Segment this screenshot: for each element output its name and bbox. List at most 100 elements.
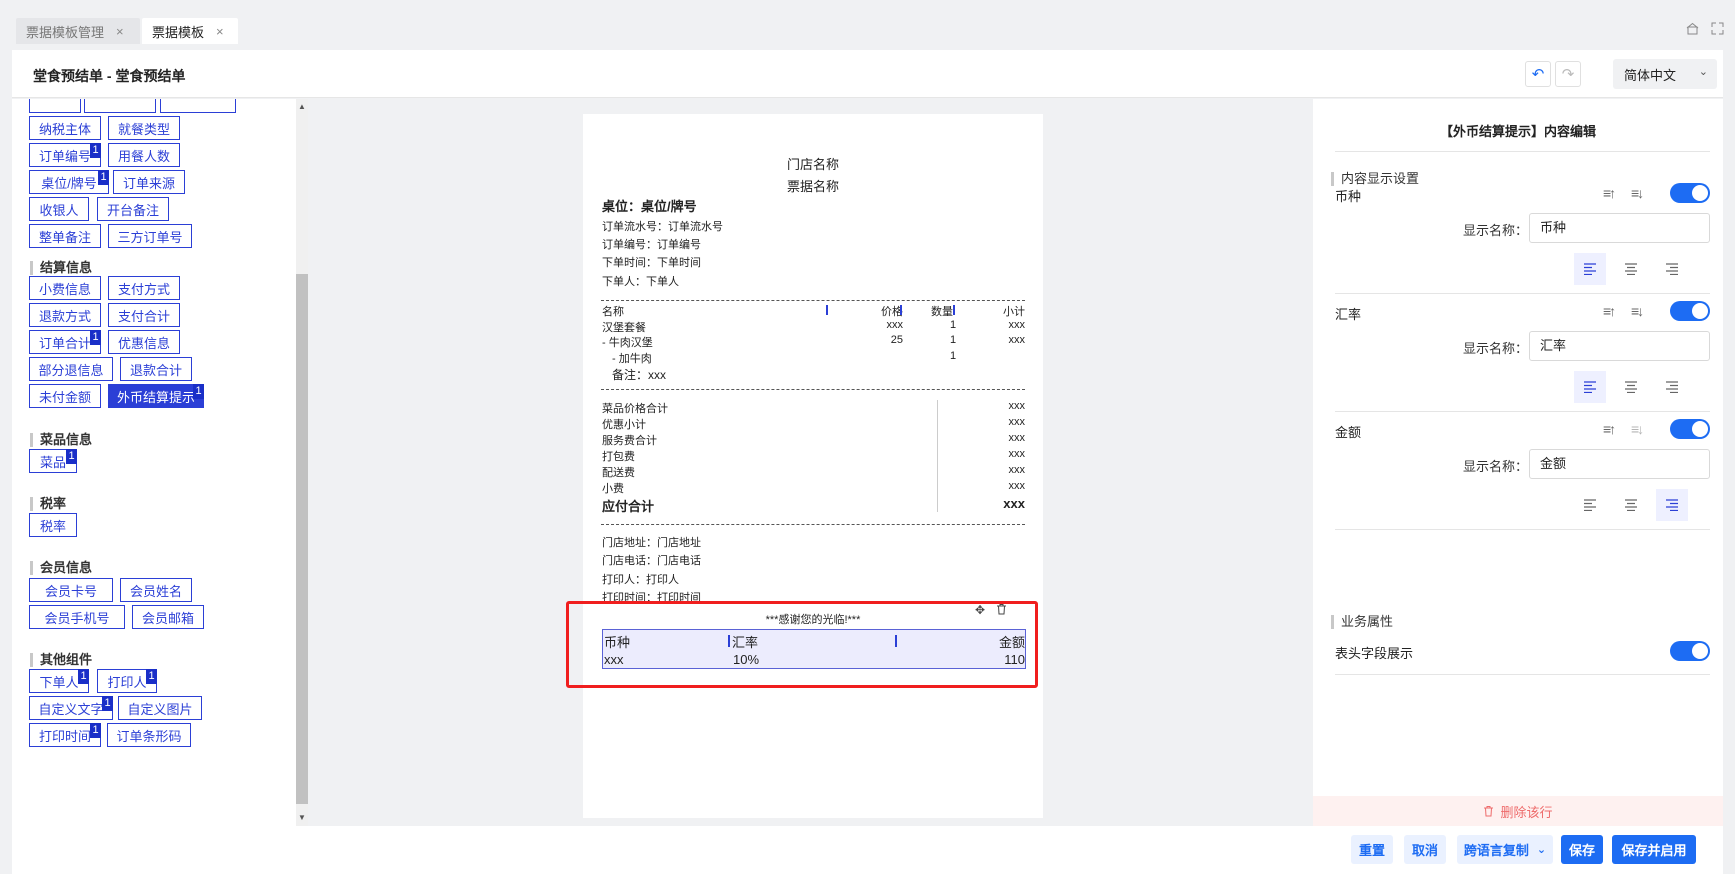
component-chip[interactable]: 会员姓名 — [120, 578, 192, 602]
info-order-user[interactable]: 下单人：下单人 — [602, 273, 679, 289]
component-chip[interactable]: 小费信息 — [29, 276, 101, 300]
component-chip[interactable]: 退款合计 — [120, 357, 192, 381]
align-center-icon[interactable] — [1615, 489, 1647, 521]
component-chip[interactable]: 会员邮箱 — [132, 605, 204, 629]
scroll-up-icon[interactable]: ▲ — [298, 102, 306, 111]
reset-button[interactable]: 重置 — [1351, 835, 1393, 864]
info-order-no[interactable]: 订单编号：订单编号 — [602, 236, 701, 252]
save-button[interactable]: 保存 — [1561, 835, 1603, 864]
component-chip[interactable]: 税率 — [29, 513, 77, 537]
component-chip[interactable] — [29, 99, 81, 113]
component-chip[interactable]: 外币结算提示 1 — [108, 384, 204, 408]
component-chip[interactable]: 订单编号 1 — [29, 143, 101, 167]
component-chip[interactable]: 退款方式 — [29, 303, 101, 327]
component-chip[interactable]: 会员手机号 — [29, 605, 125, 629]
redo-button[interactable]: ↷ — [1555, 61, 1581, 87]
component-chip[interactable]: 部分退信息 — [29, 357, 113, 381]
column-marker[interactable] — [826, 305, 828, 315]
component-chip[interactable]: 用餐人数 — [108, 143, 180, 167]
component-chip[interactable]: 自定义文字 1 — [29, 696, 113, 720]
item-name: - 加牛肉 — [612, 353, 652, 365]
cross-language-copy-button[interactable]: 跨语言复制 ⌄ — [1457, 835, 1553, 864]
component-chip[interactable]: 桌位/牌号 1 — [29, 170, 109, 194]
sort-up-icon[interactable]: ≡↑ — [1603, 421, 1616, 437]
footer-phone[interactable]: 门店电话：门店电话 — [602, 552, 701, 568]
undo-button[interactable]: ↶ — [1525, 61, 1551, 87]
component-chip[interactable]: 收银人 — [29, 197, 89, 221]
component-chip[interactable]: 打印人 1 — [97, 669, 157, 693]
fullscreen-icon[interactable] — [1711, 22, 1724, 38]
column-marker[interactable] — [900, 305, 902, 315]
component-chip[interactable]: 打印时间 1 — [29, 723, 101, 747]
component-chip[interactable]: 订单来源 — [113, 170, 185, 194]
info-order-time[interactable]: 下单时间：下单时间 — [602, 254, 701, 270]
sort-down-icon[interactable]: ≡↓ — [1631, 421, 1644, 437]
close-icon[interactable]: × — [116, 24, 124, 39]
component-chip[interactable]: 纳税主体 — [29, 116, 101, 140]
receipt-name[interactable]: 票据名称 — [583, 176, 1043, 195]
total-label: 配送费 — [602, 467, 635, 479]
total-value: xxx — [1008, 400, 1026, 412]
component-chip[interactable]: 就餐类型 — [108, 116, 180, 140]
sort-down-icon[interactable]: ≡↓ — [1631, 185, 1644, 201]
chip-label: 会员卡号 — [44, 583, 97, 599]
component-chip[interactable]: 三方订单号 — [108, 224, 192, 248]
component-chip[interactable]: 下单人 1 — [29, 669, 89, 693]
component-chip[interactable]: 订单合计 1 — [29, 330, 101, 354]
field-label: 汇率 — [1335, 307, 1362, 322]
tab-template-management[interactable]: 票据模板管理 × — [16, 18, 140, 44]
home-icon[interactable] — [1686, 22, 1699, 38]
column-marker[interactable] — [953, 305, 955, 315]
component-chip[interactable]: 菜品 1 — [29, 449, 77, 473]
component-chip[interactable]: 会员卡号 — [29, 578, 113, 602]
tab-template[interactable]: 票据模板 × — [142, 18, 238, 44]
item-header-subtotal: 小计 — [1003, 306, 1025, 318]
align-right-icon[interactable] — [1656, 253, 1688, 285]
info-serial[interactable]: 订单流水号：订单流水号 — [602, 218, 723, 234]
close-icon[interactable]: × — [216, 24, 224, 39]
component-chip[interactable] — [160, 99, 236, 113]
delete-row-button[interactable]: 删除该行 — [1313, 796, 1723, 826]
align-left-icon[interactable] — [1574, 489, 1606, 521]
scrollbar-thumb[interactable] — [296, 274, 308, 804]
sort-up-icon[interactable]: ≡↑ — [1603, 303, 1616, 319]
component-chip[interactable] — [84, 99, 156, 113]
item-remark[interactable]: 备注：xxx — [612, 366, 666, 383]
cancel-button[interactable]: 取消 — [1404, 835, 1446, 864]
chip-label: 订单条形码 — [116, 728, 182, 744]
sort-down-icon[interactable]: ≡↓ — [1631, 303, 1644, 319]
display-name-input[interactable]: 金额 — [1529, 449, 1710, 479]
display-name-input[interactable]: 币种 — [1529, 213, 1710, 243]
component-chip[interactable]: 优惠信息 — [108, 330, 180, 354]
header-field-toggle[interactable] — [1670, 641, 1710, 661]
field-visible-toggle[interactable] — [1670, 183, 1710, 203]
field-visible-toggle[interactable] — [1670, 301, 1710, 321]
component-chip[interactable]: 支付方式 — [108, 276, 180, 300]
component-chip[interactable]: 整单备注 — [29, 224, 101, 248]
align-center-icon[interactable] — [1615, 371, 1647, 403]
align-left-icon[interactable] — [1574, 371, 1606, 403]
display-name-input[interactable]: 汇率 — [1529, 331, 1710, 361]
save-and-enable-button[interactable]: 保存并启用 — [1612, 835, 1696, 864]
component-chip[interactable]: 自定义图片 — [118, 696, 202, 720]
component-chip[interactable]: 开台备注 — [97, 197, 169, 221]
field-visible-toggle[interactable] — [1670, 419, 1710, 439]
table-number[interactable]: 桌位：桌位/牌号 — [602, 196, 697, 215]
language-select[interactable]: 简体中文 ⌄ — [1613, 59, 1717, 89]
align-right-icon[interactable] — [1656, 489, 1688, 521]
sort-up-icon[interactable]: ≡↑ — [1603, 185, 1616, 201]
align-center-icon[interactable] — [1615, 253, 1647, 285]
footer-printer[interactable]: 打印人：打印人 — [602, 571, 679, 587]
align-right-icon[interactable] — [1656, 371, 1688, 403]
component-chip[interactable]: 订单条形码 — [107, 723, 191, 747]
left-scrollbar[interactable]: ▲ ▼ — [296, 99, 308, 826]
store-name[interactable]: 门店名称 — [583, 154, 1043, 173]
total-label: 菜品价格合计 — [602, 403, 668, 415]
scroll-down-icon[interactable]: ▼ — [298, 813, 306, 822]
footer-address[interactable]: 门店地址：门店地址 — [602, 534, 701, 550]
align-left-icon[interactable] — [1574, 253, 1606, 285]
component-chip[interactable]: 未付金额 — [29, 384, 101, 408]
component-chip[interactable]: 支付合计 — [108, 303, 180, 327]
panel-title: 【外币结算提示】内容编辑 — [1439, 124, 1596, 139]
column-separator — [937, 400, 938, 512]
